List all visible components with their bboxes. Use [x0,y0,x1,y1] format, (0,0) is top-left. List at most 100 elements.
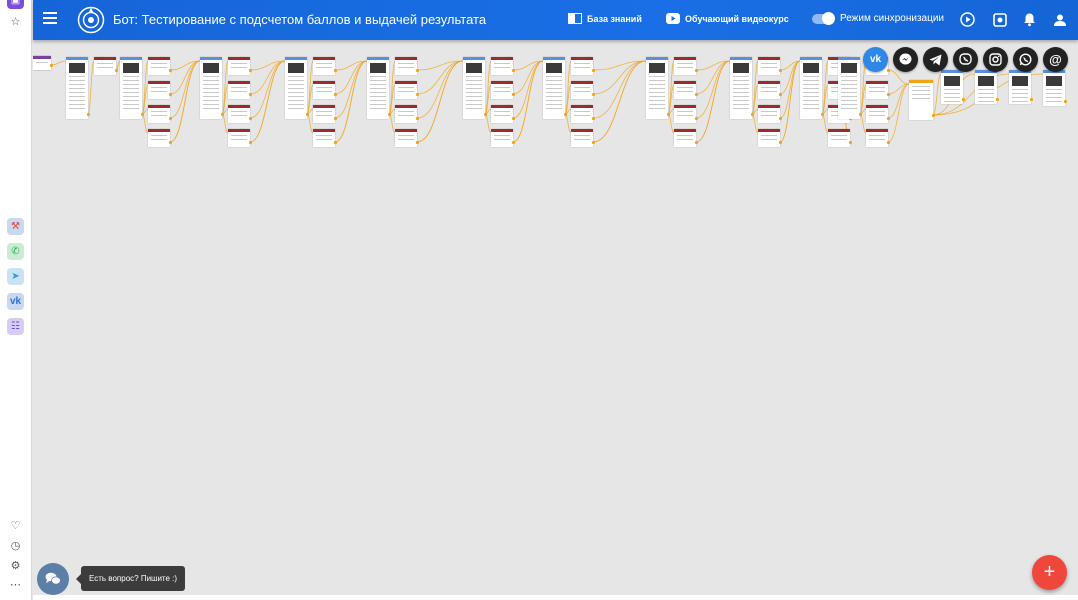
builder-icon[interactable]: ⚒ [7,218,24,235]
knowledge-base-link[interactable]: База знаний [568,13,642,24]
youtube-icon [666,13,680,24]
flow-node[interactable] [866,129,890,147]
connector-line [50,60,67,66]
flow-node[interactable] [674,129,698,147]
flow-node[interactable] [758,81,782,99]
flow-node[interactable] [758,57,782,75]
flow-node[interactable] [975,70,999,104]
connector-line [512,60,544,143]
more-icon[interactable]: ⋯ [8,577,23,592]
connector-line [169,60,201,143]
flow-node[interactable] [674,57,698,75]
vk-channel-icon[interactable]: vk [863,47,888,72]
flow-node[interactable] [395,129,419,147]
flow-node[interactable] [1009,70,1033,104]
flow-node[interactable] [148,57,172,75]
whatsapp-icon[interactable]: ✆ [7,243,24,260]
flow-node[interactable] [800,57,824,119]
whatsapp-channel-icon[interactable] [1013,47,1038,72]
bell-icon[interactable] [1021,11,1038,28]
flow-node[interactable] [228,81,252,99]
settings-icon[interactable]: ⚙ [8,558,23,573]
flow-node[interactable] [367,57,391,119]
flow-node[interactable] [120,57,144,119]
flow-node[interactable] [571,81,595,99]
star-icon[interactable]: ☆ [8,14,23,29]
flow-node[interactable] [828,129,852,147]
flow-node[interactable] [758,105,782,123]
toggle-switch[interactable] [812,11,835,25]
telegram-icon[interactable]: ➤ [7,268,24,285]
instagram-channel-icon[interactable] [983,47,1008,72]
flow-node[interactable] [148,81,172,99]
flow-node[interactable] [491,129,515,147]
flow-node[interactable] [313,129,337,147]
flow-node[interactable] [491,57,515,75]
flow-node[interactable] [646,57,670,119]
flow-node[interactable] [228,105,252,123]
chat-tooltip: Есть вопрос? Пишите :) [75,566,186,591]
left-rail: ▣ ☆ ⚒ ✆ ➤ vk ☷ ♡ ◷ ⚙ ⋯ [0,0,32,600]
sync-mode-toggle[interactable]: Режим синхронизации [812,11,944,25]
flow-node[interactable] [94,57,118,75]
flow-node[interactable] [66,57,90,119]
app-logo-icon[interactable]: ▣ [7,0,24,9]
flow-node[interactable] [463,57,487,119]
connector-line [334,60,368,143]
flow-node[interactable] [313,57,337,75]
connector-line [887,83,910,143]
flow-node[interactable] [395,81,419,99]
flow-node[interactable] [1043,70,1067,106]
flow-node[interactable] [33,56,53,70]
telegram-channel-icon[interactable] [923,47,948,72]
chat-button[interactable] [37,563,69,595]
menu-icon[interactable] [43,12,57,24]
flow-node[interactable] [909,80,935,120]
bottom-strip [33,595,1078,600]
flow-canvas[interactable] [33,40,1078,595]
support-icon[interactable] [991,11,1008,28]
messenger-channel-icon[interactable] [893,47,918,72]
flow-node[interactable] [571,57,595,75]
flow-node[interactable] [313,81,337,99]
flow-node[interactable] [571,105,595,123]
flow-node[interactable] [395,57,419,75]
flow-node[interactable] [838,57,862,119]
flow-node[interactable] [491,81,515,99]
vk-icon[interactable]: vk [7,293,24,310]
heart-icon[interactable]: ♡ [8,518,23,533]
flow-node[interactable] [758,129,782,147]
top-header: Бот: Тестирование с подсчетом баллов и в… [33,0,1078,40]
connector-line [887,69,910,85]
chat-bubbles-icon [45,572,61,585]
flow-node[interactable] [228,129,252,147]
flow-node[interactable] [148,129,172,147]
chatbot-icon[interactable]: ☷ [7,318,24,335]
flow-node[interactable] [866,81,890,99]
flow-node[interactable] [200,57,224,119]
flow-node[interactable] [148,105,172,123]
clock-icon[interactable]: ◷ [8,538,23,553]
flow-node[interactable] [395,105,419,123]
flow-node[interactable] [571,129,595,147]
video-course-link[interactable]: Обучающий видеокурс [666,13,789,24]
flow-node[interactable] [285,57,309,119]
sync-mode-label: Режим синхронизации [840,13,944,24]
add-block-button[interactable]: + [1032,555,1067,590]
flow-node[interactable] [228,57,252,75]
flow-node[interactable] [313,105,337,123]
flow-node[interactable] [491,105,515,123]
connector-line [932,73,942,116]
email-channel-icon[interactable]: @ [1043,47,1068,72]
flow-node[interactable] [730,57,754,119]
book-icon [568,13,582,24]
flow-node[interactable] [866,105,890,123]
flow-node[interactable] [674,81,698,99]
viber-channel-icon[interactable] [953,47,978,72]
account-icon[interactable] [1051,11,1068,28]
flow-node[interactable] [674,105,698,123]
logo-icon[interactable] [77,6,105,34]
play-icon[interactable] [959,11,976,28]
flow-node[interactable] [941,70,965,104]
flow-node[interactable] [543,57,567,119]
